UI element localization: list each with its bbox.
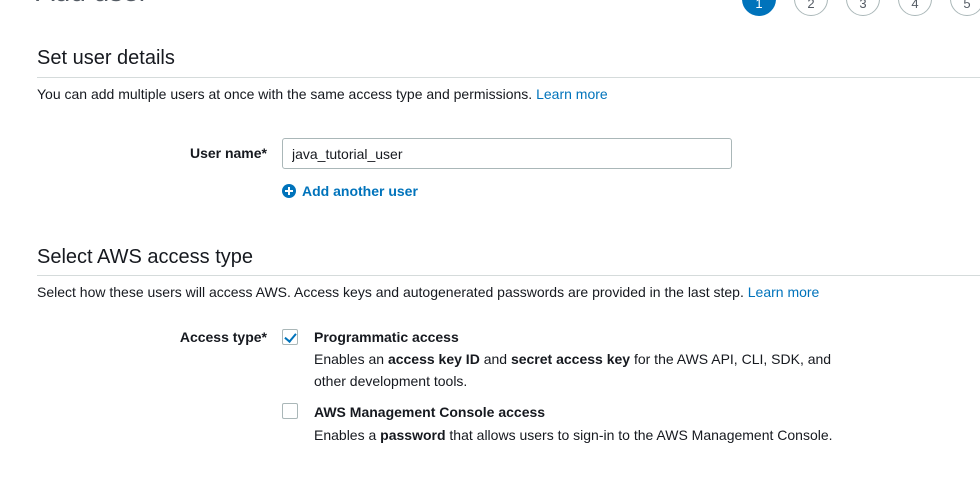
console-access-description: Enables a password that allows users to …	[314, 424, 844, 446]
step-2[interactable]: 2	[794, 0, 828, 16]
access-type-description-text: Select how these users will access AWS. …	[37, 284, 744, 300]
checkmark-icon	[284, 330, 297, 343]
add-another-user-label: Add another user	[302, 183, 418, 199]
section-title-access-type: Select AWS access type	[37, 246, 254, 268]
access-type-description: Select how these users will access AWS. …	[37, 284, 819, 300]
section-title-user-details: Set user details	[37, 47, 175, 69]
access-type-label: Access type*	[179, 329, 267, 345]
desc-text: Enables a	[314, 427, 381, 443]
programmatic-access-checkbox[interactable]	[282, 329, 298, 345]
desc-text: and	[479, 351, 511, 367]
section-divider	[37, 275, 980, 276]
desc-text: Enables an	[314, 351, 388, 367]
step-1[interactable]: 1	[742, 0, 776, 16]
desc-bold: secret access key	[510, 351, 631, 367]
learn-more-link[interactable]: Learn more	[748, 284, 820, 300]
user-details-description-text: You can add multiple users at once with …	[37, 86, 533, 102]
desc-bold: password	[380, 427, 446, 443]
desc-text: that allows users to sign-in to the AWS …	[445, 427, 833, 443]
page-title: Add user	[36, 0, 148, 8]
programmatic-access-description: Enables an access key ID and secret acce…	[314, 348, 844, 392]
plus-circle-icon	[282, 184, 296, 198]
learn-more-link[interactable]: Learn more	[536, 86, 608, 102]
console-access-title: AWS Management Console access	[314, 404, 546, 420]
add-another-user-button[interactable]: Add another user	[282, 183, 418, 199]
add-user-page: Add user 1 2 3 4 5 Set user details You …	[0, 0, 980, 501]
step-5[interactable]: 5	[950, 0, 980, 16]
step-indicator: 1 2 3 4 5	[742, 0, 980, 16]
user-details-description: You can add multiple users at once with …	[37, 86, 608, 102]
step-3[interactable]: 3	[846, 0, 880, 16]
section-divider	[37, 77, 980, 78]
console-access-checkbox[interactable]	[282, 403, 298, 419]
username-label: User name*	[189, 145, 267, 161]
programmatic-access-title: Programmatic access	[314, 329, 459, 345]
desc-bold: access key ID	[387, 351, 480, 367]
username-input[interactable]	[282, 138, 732, 169]
step-4[interactable]: 4	[898, 0, 932, 16]
